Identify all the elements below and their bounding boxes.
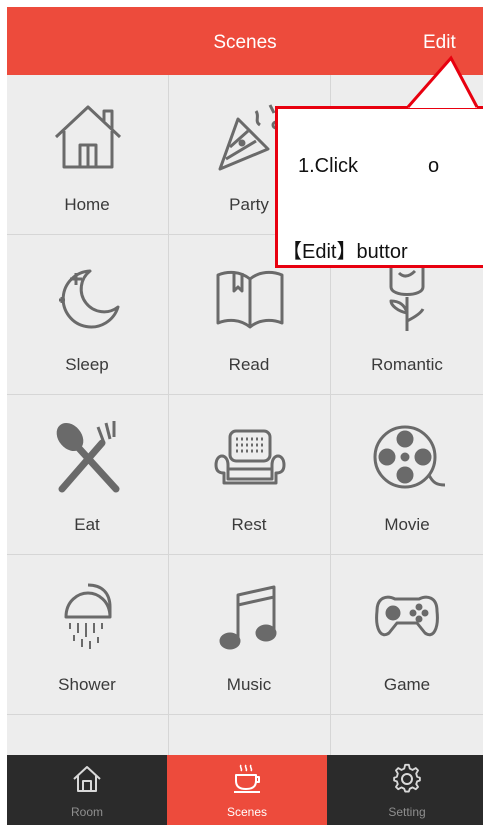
sofa-icon <box>214 429 286 485</box>
gamepad-icon <box>375 595 439 637</box>
scene-label: Sleep <box>65 355 109 374</box>
book-icon <box>216 270 284 329</box>
scene-game[interactable]: Game <box>331 555 483 715</box>
scene-label: Read <box>228 355 270 374</box>
scene-label: Movie <box>384 515 430 534</box>
bottom-tab-bar: Room Scenes Setting <box>7 755 483 825</box>
scene-label: Music <box>226 675 272 694</box>
scene-shower[interactable]: Shower <box>7 555 169 715</box>
scene-music[interactable]: Music <box>169 555 331 715</box>
edit-button[interactable]: Edit <box>423 7 456 75</box>
tab-room[interactable]: Room <box>7 755 167 825</box>
tab-label: Room <box>70 805 103 819</box>
page-title: Scenes <box>213 32 277 53</box>
callout-step-text-continued: o <box>428 155 440 177</box>
scene-movie[interactable]: Movie <box>331 395 483 555</box>
callout-step-text: 1.Click <box>298 155 359 177</box>
callout-button-text: 【Edit】buttor <box>282 241 408 263</box>
scene-home[interactable]: Home <box>7 75 169 235</box>
tab-setting[interactable]: Setting <box>327 755 483 825</box>
scene-label: Shower <box>58 675 116 694</box>
scene-sleep[interactable]: Sleep <box>7 235 169 395</box>
scene-label: Game <box>383 675 431 694</box>
tab-label: Scenes <box>226 805 268 819</box>
scene-empty <box>169 715 331 755</box>
house-icon <box>54 105 122 169</box>
top-bar: Scenes Edit <box>7 7 483 75</box>
rose-icon <box>389 262 425 331</box>
scene-label: Home <box>64 195 110 214</box>
gear-icon <box>393 763 421 793</box>
scene-rest[interactable]: Rest <box>169 395 331 555</box>
shower-icon <box>64 583 112 649</box>
scene-label: Romantic <box>371 355 443 374</box>
scene-label: Rest <box>231 515 267 534</box>
scene-empty <box>7 715 169 755</box>
scene-eat[interactable]: Eat <box>7 395 169 555</box>
tutorial-callout: 1.Click o 【Edit】buttor <box>275 106 483 268</box>
moon-icon <box>59 269 120 329</box>
tab-label: Setting <box>388 805 426 819</box>
film-reel-icon <box>373 425 446 489</box>
scene-label: Eat <box>74 515 100 534</box>
tab-scenes[interactable]: Scenes <box>167 755 327 825</box>
coffee-cup-icon <box>234 764 260 793</box>
house-icon <box>73 766 101 792</box>
music-note-icon <box>219 585 277 650</box>
cutlery-icon <box>56 421 120 493</box>
